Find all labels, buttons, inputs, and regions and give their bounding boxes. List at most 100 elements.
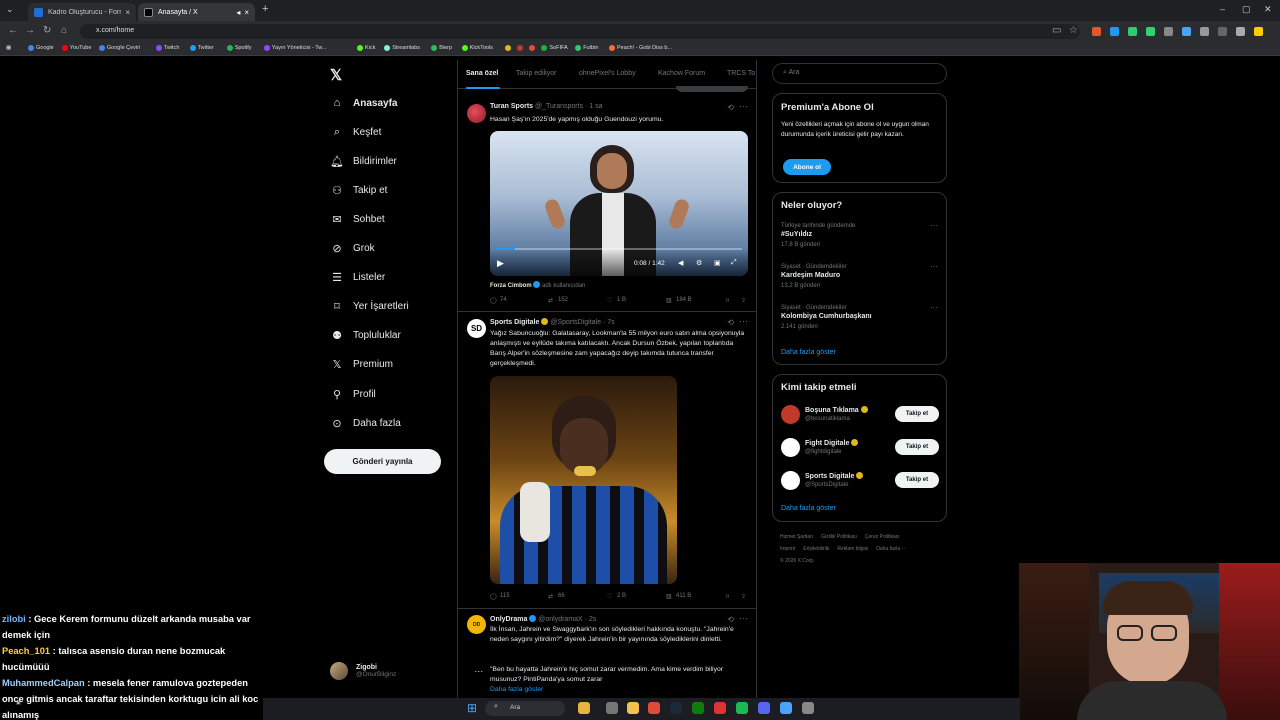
bookmark-item[interactable]: Streamlabs xyxy=(384,45,420,51)
taskbar-search[interactable]: ⌕ Ara xyxy=(485,701,565,716)
suggested-account[interactable]: Fight Digitale xyxy=(805,439,859,447)
bookmark-item[interactable]: Twitter xyxy=(189,45,214,51)
views-icon[interactable]: ▥ xyxy=(666,297,672,304)
extension-icon[interactable] xyxy=(1182,27,1191,36)
play-icon[interactable]: ▶ xyxy=(497,258,504,269)
views-icon[interactable]: ▥ xyxy=(666,593,672,600)
fullscreen-icon[interactable]: ⤢ xyxy=(731,259,737,267)
new-tab-button[interactable]: + xyxy=(262,3,268,15)
volume-icon[interactable]: ◀ xyxy=(678,259,683,267)
bookmark-item[interactable] xyxy=(529,45,537,51)
bookmark-item[interactable]: Google Çeviri xyxy=(98,45,140,51)
apps-icon[interactable]: ▦ xyxy=(6,45,11,51)
extension-icon[interactable] xyxy=(1218,27,1227,36)
share-icon[interactable]: ⇪ xyxy=(741,297,746,304)
show-more-link[interactable]: Daha fazla göster xyxy=(781,505,836,512)
footer-link[interactable]: Imprint xyxy=(780,546,795,552)
bookmark-item[interactable]: YouTube xyxy=(61,45,91,51)
bookmark-item[interactable]: Peach! - Gobi Diss b... xyxy=(609,45,672,51)
app-icon[interactable] xyxy=(714,702,726,714)
footer-link[interactable]: Hizmet Şartları xyxy=(780,534,813,540)
xbox-icon[interactable] xyxy=(692,702,704,714)
avatar[interactable] xyxy=(781,471,800,490)
cast-icon[interactable]: ▭ xyxy=(1052,25,1061,36)
grok-icon[interactable]: ⟲ xyxy=(727,615,734,624)
close-icon[interactable]: × xyxy=(125,8,130,17)
task-view-icon[interactable] xyxy=(606,702,618,714)
progress-track[interactable] xyxy=(496,248,742,250)
grok-icon[interactable]: ⟲ xyxy=(727,318,734,327)
tab-list[interactable]: TRCS To xyxy=(727,70,755,77)
avatar[interactable] xyxy=(781,438,800,457)
author-handle[interactable]: @_Turansports xyxy=(535,103,583,110)
bookmark-item[interactable]: SoFIFA xyxy=(541,45,568,51)
nav-item[interactable]: ⊙ Daha fazla xyxy=(330,416,400,430)
tweet-image[interactable] xyxy=(490,376,677,584)
follow-button[interactable]: Takip et xyxy=(895,406,939,422)
tab-list[interactable]: Kachow Forum xyxy=(658,70,705,77)
home-icon[interactable]: ⌂ xyxy=(61,25,67,36)
forward-icon[interactable]: → xyxy=(25,25,35,36)
nav-item[interactable]: 𝕏 Premium xyxy=(330,358,393,372)
show-more-link[interactable]: Daha fazla göster xyxy=(781,349,836,356)
grok-icon[interactable]: ⟲ xyxy=(727,103,734,112)
share-icon[interactable]: ⇪ xyxy=(741,593,746,600)
minimize-icon[interactable]: – xyxy=(1220,4,1225,14)
extension-icon[interactable] xyxy=(1254,27,1263,36)
settings-icon[interactable]: ⚙ xyxy=(696,259,702,267)
avatar[interactable] xyxy=(467,104,486,123)
more-icon[interactable]: ··· xyxy=(739,101,748,111)
video-player[interactable]: ▶ 0:08 / 1:42 ◀ ⚙ ▣ ⤢ xyxy=(490,131,748,276)
steam-icon[interactable] xyxy=(670,702,682,714)
author-name[interactable]: Turan Sports xyxy=(490,103,533,110)
nav-item[interactable]: ⚇ Takip et xyxy=(330,183,387,197)
od-avatar[interactable]: OD xyxy=(467,615,486,634)
more-icon[interactable]: ··· xyxy=(930,303,938,312)
app-icon[interactable] xyxy=(802,702,814,714)
bookmark-item[interactable] xyxy=(505,45,513,51)
extension-icon[interactable] xyxy=(1146,27,1155,36)
explorer-icon[interactable] xyxy=(578,702,590,714)
avatar[interactable] xyxy=(781,405,800,424)
tweet-time[interactable]: 2s xyxy=(589,616,596,623)
footer-link[interactable]: Gizlilik Politikası xyxy=(821,534,857,540)
extension-icon[interactable] xyxy=(1236,27,1245,36)
reply-icon[interactable]: ◯ xyxy=(490,593,497,600)
browser-tab-active[interactable]: Anasayfa / X ◂ × xyxy=(138,3,255,21)
post-button[interactable]: Gönderi yayınla xyxy=(324,449,441,474)
tweet-time[interactable]: 7s xyxy=(607,319,614,326)
tab-following[interactable]: Takip ediliyor xyxy=(516,70,556,77)
close-window-icon[interactable]: ✕ xyxy=(1264,4,1272,15)
folder-icon[interactable] xyxy=(627,702,639,714)
nav-item[interactable]: 🔔︎ Bildirimler xyxy=(330,154,397,168)
author-name[interactable]: OnlyDrama xyxy=(490,616,527,623)
more-icon[interactable]: ··· xyxy=(739,316,748,326)
show-more-link[interactable]: Daha fazla göster xyxy=(490,685,543,695)
more-icon[interactable]: ··· xyxy=(930,262,938,271)
footer-link[interactable]: Çerez Politikası xyxy=(865,534,900,540)
tab-list[interactable]: ohnePixel's Lobby xyxy=(579,70,636,77)
tab-search-icon[interactable]: ⌄ xyxy=(6,4,14,15)
bookmark-item[interactable]: Bierp xyxy=(431,45,452,51)
nav-item[interactable]: ⚲ Profil xyxy=(330,387,376,401)
suggested-account[interactable]: Sports Digitale xyxy=(805,472,864,480)
trend-topic[interactable]: #SuYıldız xyxy=(781,231,812,238)
sd-avatar[interactable]: SD xyxy=(467,319,486,338)
star-icon[interactable]: ☆ xyxy=(1069,25,1078,36)
author-handle[interactable]: @SportsDigitale xyxy=(550,319,601,326)
speaker-icon[interactable]: ◂ xyxy=(236,8,240,17)
extension-icon[interactable] xyxy=(1200,27,1209,36)
subscribe-button[interactable]: Abone ol xyxy=(783,159,831,175)
windows-start-icon[interactable]: ⊞ xyxy=(467,701,477,715)
extension-icon[interactable] xyxy=(1092,27,1101,36)
bookmark-item[interactable]: Google xyxy=(28,45,54,51)
reload-icon[interactable]: ↻ xyxy=(43,25,51,36)
source-name[interactable]: Forza Cimbom xyxy=(490,283,532,289)
tweet-time[interactable]: 1 sa xyxy=(589,103,602,110)
footer-link[interactable]: Daha fazla ··· xyxy=(876,546,906,552)
nav-item[interactable]: ⊘ Grok xyxy=(330,242,374,256)
bookmark-icon[interactable]: ⌑ xyxy=(726,297,729,304)
address-bar[interactable]: x.com/home xyxy=(80,24,1080,39)
like-icon[interactable]: ♡ xyxy=(607,297,612,304)
follow-button[interactable]: Takip et xyxy=(895,472,939,488)
